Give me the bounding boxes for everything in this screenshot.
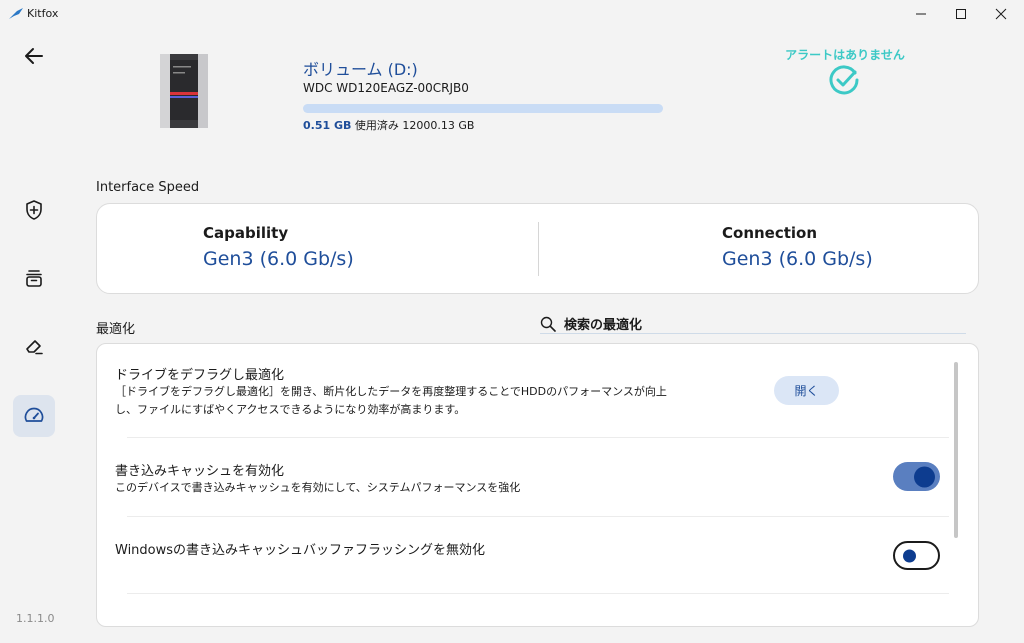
hard-drive-image [160,54,208,128]
usage-bar [303,104,663,113]
defrag-title: ドライブをデフラグし最適化 [115,368,285,383]
used-label: 使用済み [354,119,399,132]
close-icon [995,8,1007,20]
nav-item-security[interactable] [13,189,55,231]
nav-item-storage[interactable] [13,257,55,299]
defrag-description-line2: し、ファイルにすばやくアクセスできるようになり効率が高まります。 [115,403,466,416]
open-defrag-button[interactable]: 開く [774,376,839,405]
defrag-description-line1: ［ドライブをデフラグし最適化］を開き、断片化したデータを再度整理することでHDD… [115,385,667,398]
buffer-flush-title: Windowsの書き込みキャッシュバッファフラッシングを無効化 [115,543,486,558]
volume-title: ボリューム (D:) [303,60,418,79]
connection-block: Connection Gen3 (6.0 Gb/s) [722,224,873,270]
optimization-search[interactable]: 検索の最適化 [540,314,966,334]
kitfox-logo-icon [9,8,23,19]
capability-label: Capability [203,224,289,242]
search-label: 検索の最適化 [564,318,643,333]
toggle-knob [903,549,916,562]
scrollbar[interactable] [954,362,958,538]
interface-speed-card: Capability Gen3 (6.0 Gb/s) Connection Ge… [96,203,979,294]
nav-item-erase[interactable] [13,325,55,367]
separator [127,516,949,517]
alert-status-text: アラートはありません [785,48,905,62]
defrag-description: ［ドライブをデフラグし最適化］を開き、断片化したデータを再度整理することでHDD… [115,383,675,419]
usage-text: 0.51 GB 使用済み 12000.13 GB [303,117,474,133]
archive-tray-icon [26,270,42,287]
nav-item-performance[interactable] [13,395,55,437]
drive-model: WDC WD120EAGZ-00CRJB0 [303,81,469,95]
capability-value: Gen3 (6.0 Gb/s) [203,248,354,270]
minimize-icon [916,13,926,15]
arrow-left-icon [25,48,43,64]
write-cache-toggle[interactable] [893,462,940,491]
maximize-icon [956,9,966,19]
close-button[interactable] [978,0,1024,28]
optimization-heading: 最適化 [96,322,136,337]
speedometer-icon [24,407,44,422]
write-cache-description: このデバイスで書き込みキャッシュを有効にして、システムパフォーマンスを強化 [115,481,521,494]
title-bar: Kitfox [0,0,1024,28]
connection-label: Connection [722,224,818,242]
toggle-knob [914,466,935,487]
write-cache-title: 書き込みキャッシュを有効化 [115,464,285,479]
shield-plus-icon [26,200,42,220]
speed-divider [538,222,539,276]
separator [127,593,949,594]
capability-block: Capability Gen3 (6.0 Gb/s) [203,224,354,270]
buffer-flush-toggle[interactable] [893,541,940,570]
optimization-card: ドライブをデフラグし最適化 ［ドライブをデフラグし最適化］を開き、断片化したデー… [96,343,979,627]
total-space: 12000.13 GB [402,119,475,132]
used-space: 0.51 GB [303,119,352,132]
eraser-icon [26,340,43,355]
connection-value: Gen3 (6.0 Gb/s) [722,248,873,270]
app-title: Kitfox [27,7,59,20]
interface-speed-heading: Interface Speed [96,180,200,195]
check-circle-icon [829,65,859,95]
separator [127,437,949,438]
back-button[interactable] [18,42,50,70]
app-version: 1.1.1.0 [16,612,55,625]
search-icon [540,316,556,332]
